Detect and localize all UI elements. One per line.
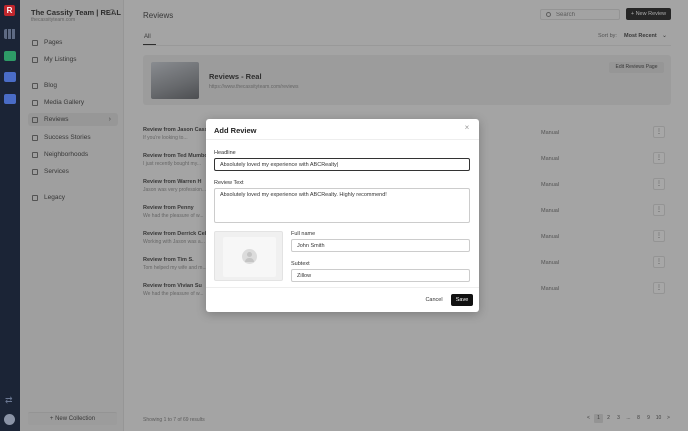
monitor-icon[interactable]: [4, 72, 16, 82]
review-text-label: Review Text: [214, 180, 244, 186]
user-avatar[interactable]: [4, 414, 15, 425]
app-logo-icon[interactable]: R: [4, 5, 15, 16]
modal-footer-divider: [206, 287, 479, 288]
avatar-placeholder-icon: [242, 249, 257, 264]
apps-grid-icon[interactable]: [4, 29, 16, 39]
save-button[interactable]: Save: [451, 294, 473, 306]
subtext-input[interactable]: [291, 269, 470, 282]
close-icon[interactable]: ×: [463, 124, 471, 132]
website-home-icon[interactable]: [4, 51, 16, 61]
full-name-input[interactable]: [291, 239, 470, 252]
app-rail: R ⇄: [0, 0, 20, 431]
modal-title: Add Review: [214, 126, 257, 135]
photo-placeholder: [223, 237, 276, 277]
review-text-field[interactable]: Absolutely loved my experience with ABCR…: [214, 188, 470, 223]
modal-header-divider: [206, 139, 479, 140]
add-review-modal: Add Review × Headline Review Text Absolu…: [206, 119, 479, 312]
full-name-label: Full name: [291, 231, 316, 237]
messages-icon[interactable]: [4, 94, 16, 104]
subtext-label: Subtext: [291, 261, 310, 267]
headline-label: Headline: [214, 150, 236, 156]
reviewer-photo-upload[interactable]: [214, 231, 283, 281]
headline-input[interactable]: [214, 158, 470, 171]
cancel-button[interactable]: Cancel: [420, 294, 448, 306]
collapse-arrow-icon[interactable]: ⇄: [5, 396, 14, 405]
